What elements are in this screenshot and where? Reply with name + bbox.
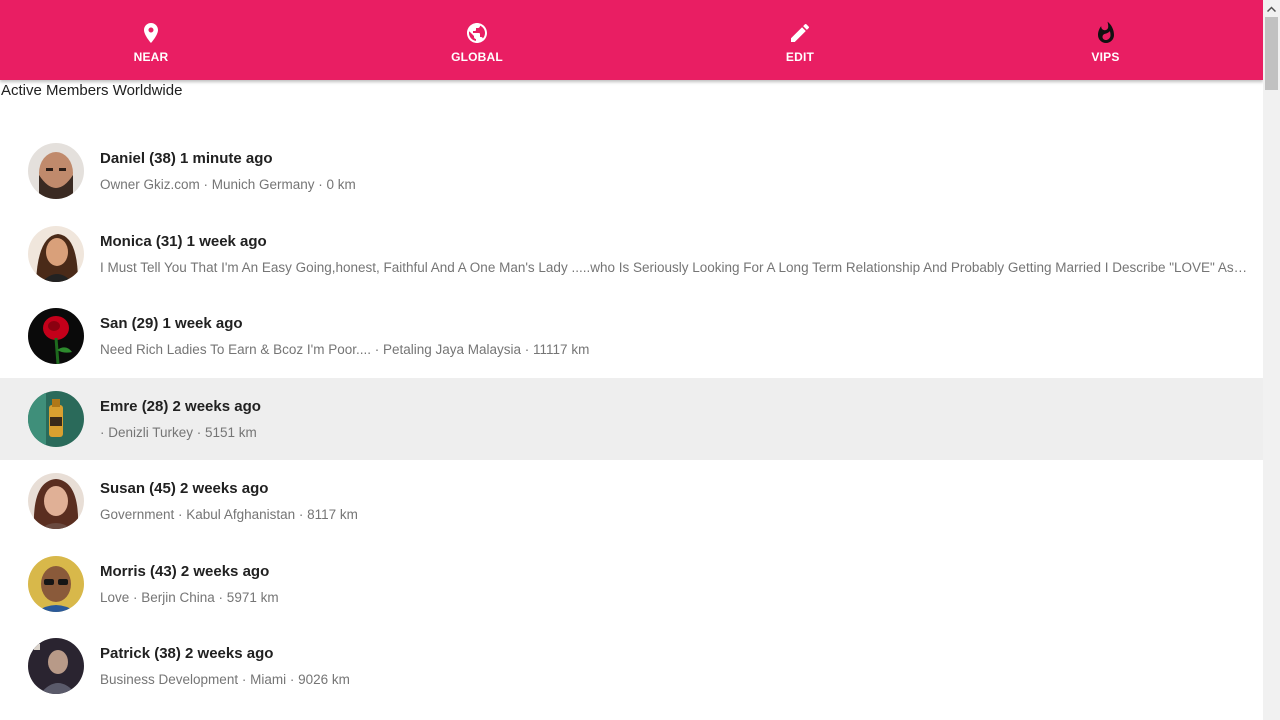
member-row[interactable]: Emre (28) 2 weeks ago · Denizli Turkey ·…: [0, 377, 1263, 460]
app-page: NEAR GLOBAL EDIT VIPS Active Members Wor…: [0, 0, 1280, 720]
tab-vips[interactable]: VIPS: [948, 0, 1263, 80]
member-row[interactable]: Daniel (38) 1 minute ago Owner Gkiz.com …: [0, 130, 1263, 213]
tab-edit[interactable]: EDIT: [652, 0, 948, 80]
member-row[interactable]: Susan (45) 2 weeks ago Government · Kabu…: [0, 460, 1263, 543]
member-details: · Denizli Turkey · 5151 km: [100, 424, 257, 440]
member-name: Emre (28) 2 weeks ago: [100, 397, 261, 415]
member-name: Patrick (38) 2 weeks ago: [100, 645, 274, 662]
top-navigation-bar: NEAR GLOBAL EDIT VIPS: [0, 0, 1263, 80]
scrollbar-thumb[interactable]: [1265, 17, 1278, 90]
member-row[interactable]: Monica (31) 1 week ago I Must Tell You T…: [0, 213, 1263, 296]
member-details: Business Development · Miami · 9026 km: [100, 672, 350, 687]
tab-near-label: NEAR: [133, 50, 169, 64]
chevron-up-icon: [1267, 5, 1276, 12]
member-details: Government · Kabul Afghanistan · 8117 km: [100, 507, 358, 522]
member-details: Owner Gkiz.com · Munich Germany · 0 km: [100, 177, 356, 192]
globe-icon: [467, 23, 487, 43]
tab-near[interactable]: NEAR: [0, 0, 302, 80]
avatar[interactable]: [28, 390, 84, 447]
member-name: Morris (43) 2 weeks ago: [100, 562, 270, 580]
tab-global[interactable]: GLOBAL: [302, 0, 652, 80]
member-name: Daniel (38) 1 minute ago: [100, 150, 273, 167]
avatar[interactable]: [28, 638, 84, 694]
member-row[interactable]: Morris (43) 2 weeks ago Love · Berjin Ch…: [0, 543, 1263, 626]
member-details: Need Rich Ladies To Earn & Bcoz I'm Poor…: [100, 342, 590, 357]
avatar[interactable]: [28, 143, 84, 199]
member-details: Love · Berjin China · 5971 km: [100, 589, 279, 605]
location-pin-icon: [144, 23, 158, 43]
flame-icon: [1097, 21, 1114, 43]
main-content: NEAR GLOBAL EDIT VIPS Active Members Wor…: [0, 0, 1263, 720]
member-name: Monica (31) 1 week ago: [100, 232, 267, 250]
member-name: Susan (45) 2 weeks ago: [100, 480, 269, 497]
section-title: Active Members Worldwide: [1, 82, 183, 99]
member-row[interactable]: Patrick (38) 2 weeks ago Business Develo…: [0, 625, 1263, 708]
avatar[interactable]: [28, 225, 84, 282]
tab-global-label: GLOBAL: [451, 50, 503, 64]
member-list: Daniel (38) 1 minute ago Owner Gkiz.com …: [0, 130, 1263, 708]
member-row[interactable]: San (29) 1 week ago Need Rich Ladies To …: [0, 295, 1263, 378]
page-scrollbar[interactable]: [1263, 0, 1280, 720]
member-details: I Must Tell You That I'm An Easy Going,h…: [100, 259, 1248, 275]
tab-vips-label: VIPS: [1091, 50, 1120, 64]
member-name: San (29) 1 week ago: [100, 315, 243, 332]
avatar[interactable]: [28, 308, 84, 364]
avatar[interactable]: [28, 473, 84, 529]
tab-edit-label: EDIT: [785, 50, 815, 64]
pencil-icon: [791, 23, 810, 42]
avatar[interactable]: [28, 555, 84, 612]
scroll-up-arrow[interactable]: [1263, 0, 1280, 17]
